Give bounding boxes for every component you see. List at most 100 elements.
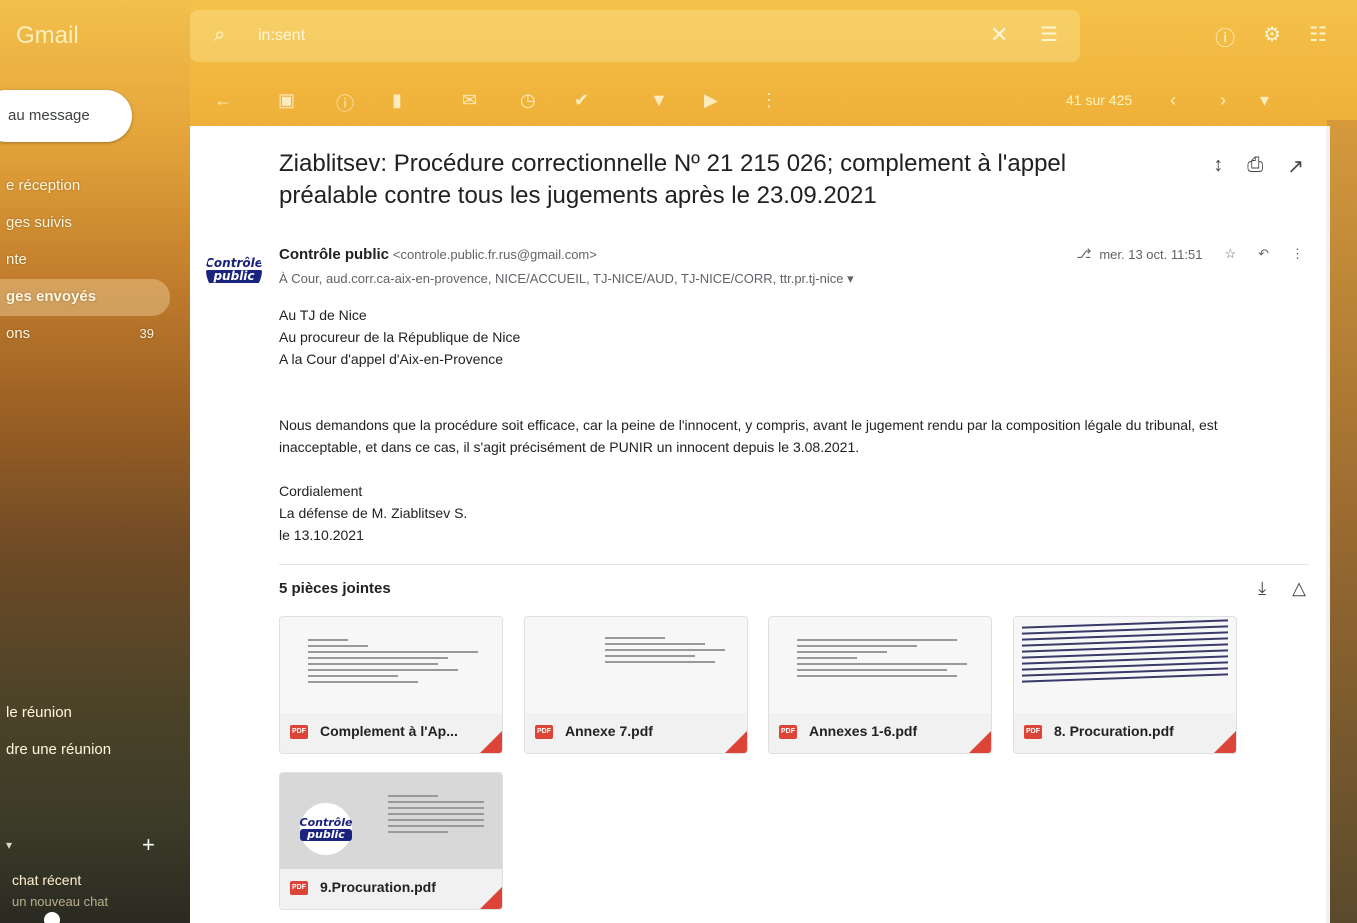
sender-line: Contrôle public <controle.public.fr.rus@… — [279, 246, 597, 263]
join-meeting-link[interactable]: dre une réunion — [6, 741, 111, 778]
chevron-down-icon[interactable]: ▾ — [847, 271, 854, 286]
avatar-logo-text: public — [299, 829, 353, 841]
attachment-icon: ⎇ — [1076, 246, 1092, 261]
delete-icon[interactable]: ▮ — [392, 90, 402, 111]
email-subject: Ziablitsev: Procédure correctionnelle Nº… — [279, 150, 1067, 209]
pdf-icon: PDF — [779, 725, 797, 739]
prev-icon[interactable]: ‹ — [1170, 90, 1176, 111]
download-all-icon[interactable]: ⤓ — [1258, 578, 1266, 599]
scrollbar[interactable] — [1326, 126, 1330, 923]
back-arrow-icon[interactable]: ← — [214, 90, 232, 111]
sidebar-item-drafts[interactable]: ons 39 — [0, 316, 170, 353]
add-task-icon[interactable]: ✔ — [574, 90, 589, 111]
input-tools-icon[interactable]: ▾ — [1260, 90, 1269, 111]
attachment-name: 8. Procuration.pdf — [1054, 723, 1174, 739]
pdf-icon: PDF — [290, 725, 308, 739]
sidebar-item-sent[interactable]: ges envoyés — [0, 279, 170, 316]
recipients-line[interactable]: À Cour, aud.corr.ca-aix-en-provence, NIC… — [279, 271, 854, 287]
message-meta: ⎇ mer. 13 oct. 11:51 ☆ ↶ ⋮ — [1076, 246, 1304, 262]
avatar[interactable]: Contrôle public — [206, 242, 262, 298]
chat-collapse-icon[interactable]: ▾ — [6, 838, 12, 852]
star-icon[interactable]: ☆ — [1224, 246, 1236, 262]
body-line: Au TJ de Nice — [279, 307, 367, 323]
body-line: A la Cour d'appel d'Aix-en-Provence — [279, 351, 504, 367]
more-options-icon[interactable]: ⋮ — [1291, 246, 1304, 262]
search-icon[interactable]: ⌕ — [214, 24, 238, 48]
gear-icon[interactable]: ⚙ — [1263, 22, 1281, 51]
signature-line: Cordialement — [279, 483, 363, 499]
sidebar-item-label: e réception — [6, 177, 81, 194]
next-icon[interactable]: › — [1220, 90, 1226, 111]
signature-line: La défense de M. Ziablitsev S. — [279, 505, 468, 521]
expand-all-icon[interactable]: ↕ — [1213, 154, 1223, 179]
apps-icon[interactable]: ☷ — [1309, 22, 1327, 51]
attachment-card[interactable]: PDF Annexe 7.pdf — [524, 616, 748, 754]
meet-section: le réunion dre une réunion — [6, 704, 111, 778]
archive-icon[interactable]: ▣ — [278, 90, 295, 111]
help-icon[interactable]: ⓘ — [1215, 22, 1235, 51]
mark-unread-icon[interactable]: ✉ — [462, 90, 477, 111]
more-icon[interactable]: ⋮ — [760, 90, 778, 111]
attachment-name: 9.Procuration.pdf — [320, 879, 436, 895]
search-options-icon[interactable]: ☰ — [1040, 22, 1058, 47]
sidebar-item-snoozed[interactable]: nte — [0, 242, 170, 279]
message-count: 41 sur 425 — [1066, 92, 1133, 108]
new-meeting-link[interactable]: le réunion — [6, 704, 111, 741]
sidebar-item-label: ges suivis — [6, 214, 72, 231]
sidebar-item-label: ons — [6, 325, 31, 342]
attachments-actions: ⤓ △ — [1258, 578, 1306, 599]
attachment-thumbnail — [1014, 617, 1236, 713]
sender-email: <controle.public.fr.rus@gmail.com> — [392, 247, 597, 262]
pdf-corner — [725, 731, 747, 753]
message-view: Ziablitsev: Procédure correctionnelle Nº… — [190, 126, 1326, 923]
label-icon[interactable]: ▶ — [704, 90, 718, 111]
add-chat-icon[interactable]: + — [142, 832, 155, 858]
reply-icon[interactable]: ↶ — [1258, 246, 1269, 262]
avatar-logo: Contrôle public — [206, 257, 262, 283]
snooze-icon[interactable]: ◷ — [520, 90, 536, 111]
message-toolbar: ← ▣ ⓘ ▮ ✉ ◷ ✔ ▼ ▶ ⋮ 41 sur 425 ‹ › ▾ — [190, 84, 1330, 120]
print-icon[interactable]: ⎙ — [1247, 154, 1263, 179]
chat-recent[interactable]: chat récent — [12, 872, 81, 888]
pdf-corner — [1214, 731, 1236, 753]
search-bar[interactable]: ⌕ ✕ ☰ — [190, 10, 1080, 62]
attachment-thumbnail — [769, 617, 991, 713]
top-icons: ⓘ ⚙ ☷ — [1215, 22, 1327, 51]
attachment-card[interactable]: PDF Annexes 1-6.pdf — [768, 616, 992, 754]
body-paragraph: Nous demandons que la procédure soit eff… — [279, 417, 1218, 455]
pdf-icon: PDF — [1024, 725, 1042, 739]
attachment-card[interactable]: PDF Complement à l'Ap... — [279, 616, 503, 754]
attachment-card[interactable]: Contrôle public PDF 9.Procuration.pdf — [279, 772, 503, 910]
email-body: Au TJ de Nice Au procureur de la Républi… — [279, 304, 1289, 546]
search-input[interactable] — [258, 24, 958, 48]
close-icon[interactable]: ✕ — [990, 22, 1008, 48]
attachment-name: Complement à l'Ap... — [320, 723, 458, 739]
chat-new[interactable]: un nouveau chat — [12, 894, 108, 909]
message-date: mer. 13 oct. 11:51 — [1099, 246, 1203, 262]
sidebar-item-count: 39 — [139, 326, 154, 341]
divider — [279, 564, 1309, 565]
attachment-card[interactable]: PDF 8. Procuration.pdf — [1013, 616, 1237, 754]
open-new-window-icon[interactable]: ↗ — [1287, 154, 1304, 179]
attachment-thumbnail — [280, 617, 502, 713]
sidebar-item-inbox[interactable]: e réception — [0, 168, 170, 205]
attachment-name: Annexes 1-6.pdf — [809, 723, 918, 739]
chat-avatar[interactable] — [44, 912, 60, 923]
pdf-corner — [480, 731, 502, 753]
gmail-logo[interactable]: Gmail — [16, 22, 79, 50]
sidebar-item-starred[interactable]: ges suivis — [0, 205, 170, 242]
report-spam-icon[interactable]: ⓘ — [336, 90, 354, 116]
avatar-logo: Contrôle public — [299, 803, 353, 855]
recipients: À Cour, aud.corr.ca-aix-en-provence, NIC… — [279, 271, 844, 286]
pdf-corner — [969, 731, 991, 753]
attachment-name: Annexe 7.pdf — [565, 723, 653, 739]
add-to-drive-icon[interactable]: △ — [1292, 578, 1306, 599]
signature-line: le 13.10.2021 — [279, 527, 364, 543]
attachments-title: 5 pièces jointes — [279, 580, 391, 597]
move-to-icon[interactable]: ▼ — [650, 90, 668, 111]
pdf-corner — [480, 887, 502, 909]
sender-name[interactable]: Contrôle public — [279, 246, 389, 263]
compose-button[interactable]: au message — [0, 90, 132, 142]
sidebar-item-label: ges envoyés — [6, 288, 97, 305]
attachment-thumbnail: Contrôle public — [280, 773, 502, 869]
